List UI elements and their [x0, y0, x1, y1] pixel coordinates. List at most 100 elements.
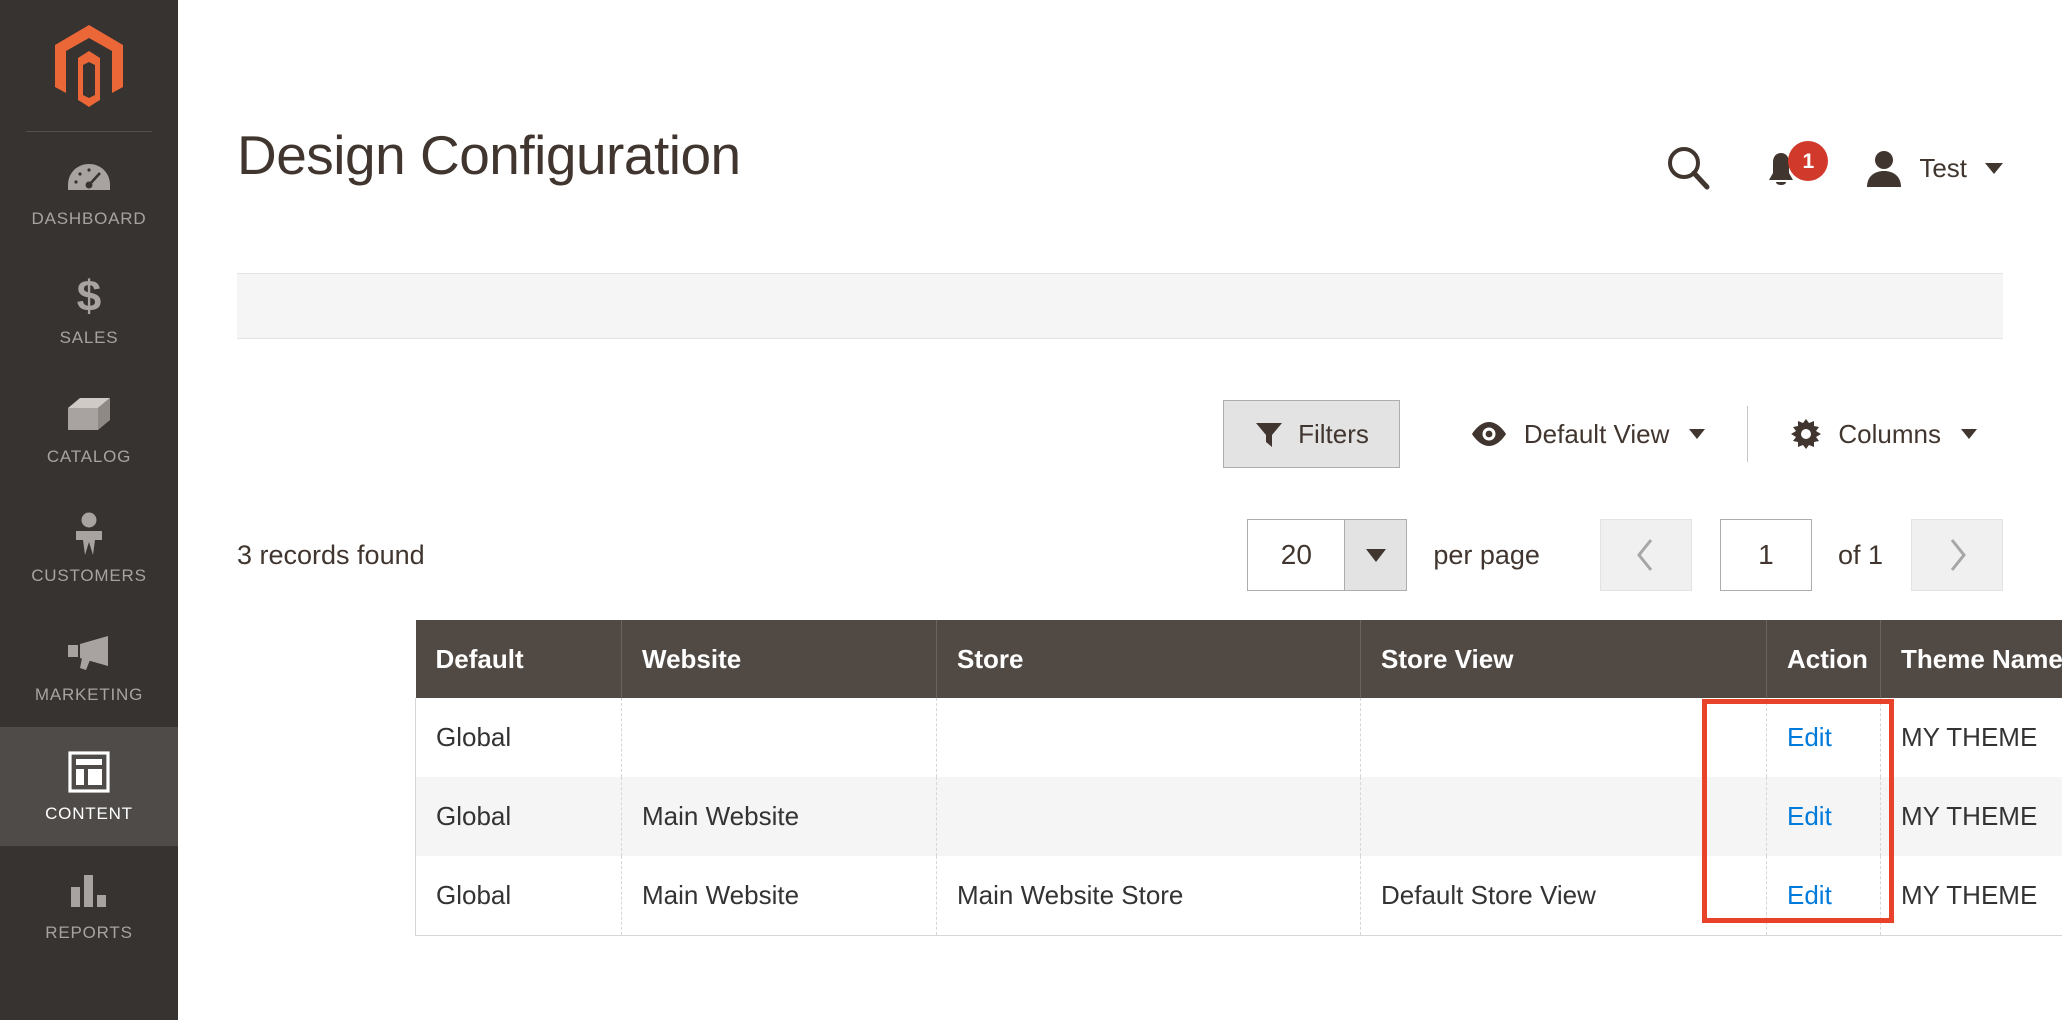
- cell-website: [621, 698, 937, 777]
- column-header-default[interactable]: Default: [415, 620, 622, 698]
- dashboard-icon: [67, 155, 111, 199]
- page-actions-bar: [237, 273, 2003, 339]
- records-found-label: 3 records found: [237, 539, 425, 570]
- column-header-action[interactable]: Action: [1766, 620, 1881, 698]
- cell-action: Edit: [1766, 698, 1881, 777]
- sidebar-item-label: CONTENT: [45, 803, 133, 823]
- layout-icon: [68, 750, 110, 794]
- cell-theme-name: MY THEME: [1880, 698, 2062, 777]
- svg-text:$: $: [77, 274, 101, 318]
- cell-store-view: [1360, 777, 1767, 856]
- grid-body: Global Edit MY THEME Global Main Website…: [415, 698, 2062, 936]
- page-title: Design Configuration: [237, 124, 741, 186]
- gear-icon: [1791, 419, 1822, 449]
- sidebar-item-label: CATALOG: [46, 446, 132, 466]
- notifications-button[interactable]: 1: [1733, 138, 1853, 198]
- cell-default: Global: [415, 856, 622, 936]
- sidebar-item-label: DASHBOARD: [31, 208, 147, 228]
- per-page-value: 20: [1280, 539, 1312, 570]
- cell-theme-name: MY THEME: [1880, 856, 2062, 936]
- eye-icon: [1471, 422, 1506, 446]
- table-row[interactable]: Global Edit MY THEME: [415, 698, 2062, 777]
- column-header-website[interactable]: Website: [621, 620, 937, 698]
- filters-button[interactable]: Filters: [1223, 400, 1400, 468]
- per-page-label: per page: [1433, 539, 1540, 570]
- magento-logo-icon: [55, 25, 123, 107]
- main-content: Design Configuration 1 Test Filters Defa…: [178, 0, 2062, 1020]
- edit-link[interactable]: Edit: [1787, 722, 1832, 752]
- per-page-select[interactable]: 20: [1247, 519, 1408, 591]
- notification-badge: 1: [1788, 141, 1829, 181]
- sidebar-item-sales[interactable]: $ SALES: [0, 251, 178, 370]
- table-row[interactable]: Global Main Website Main Website Store D…: [415, 856, 2062, 936]
- toolbar-divider: [1747, 406, 1749, 462]
- grid-table: Default Website Store Store View Action …: [415, 620, 2062, 936]
- cell-website: Main Website: [621, 777, 937, 856]
- sidebar-item-catalog[interactable]: CATALOG: [0, 370, 178, 489]
- pager-row: 3 records found 20 per page 1 of 1: [237, 500, 2003, 610]
- column-header-store-view[interactable]: Store View: [1360, 620, 1767, 698]
- sidebar-item-label: CUSTOMERS: [31, 565, 147, 585]
- design-configuration-grid: Default Website Store Store View Action …: [415, 620, 2062, 936]
- search-button[interactable]: [1643, 138, 1733, 198]
- chevron-down-icon: [1689, 429, 1706, 439]
- chevron-left-icon: [1637, 539, 1653, 571]
- cell-website: Main Website: [621, 856, 937, 936]
- sidebar-item-label: REPORTS: [45, 922, 133, 942]
- page-number-value: 1: [1758, 539, 1774, 570]
- cell-default: Global: [415, 698, 622, 777]
- bar-chart-icon: [68, 869, 110, 913]
- columns-label: Columns: [1838, 418, 1941, 449]
- box-icon: [66, 393, 112, 437]
- cell-action: Edit: [1766, 856, 1881, 936]
- next-page-button[interactable]: [1911, 519, 2003, 591]
- cell-store: Main Website Store: [936, 856, 1361, 936]
- user-avatar-icon: [1867, 151, 1902, 187]
- user-menu-button[interactable]: Test: [1853, 138, 2003, 198]
- sidebar-item-label: MARKETING: [34, 684, 144, 704]
- chevron-down-icon: [1985, 162, 2003, 174]
- previous-page-button[interactable]: [1599, 519, 1692, 591]
- page-total-label: of 1: [1837, 539, 1883, 570]
- cell-store: [936, 698, 1361, 777]
- grid-header-row: Default Website Store Store View Action …: [415, 620, 2062, 698]
- sidebar-item-content[interactable]: CONTENT: [0, 727, 178, 846]
- columns-selector[interactable]: Columns: [1764, 400, 2003, 468]
- sidebar-item-reports[interactable]: REPORTS: [0, 846, 178, 965]
- chevron-down-icon: [1344, 520, 1407, 590]
- megaphone-icon: [66, 631, 112, 675]
- search-icon: [1668, 147, 1710, 190]
- pager-controls: 20 per page 1 of 1: [1247, 519, 2003, 591]
- grid-header: Default Website Store Store View Action …: [415, 620, 2062, 698]
- sidebar-item-marketing[interactable]: MARKETING: [0, 608, 178, 727]
- chevron-down-icon: [1961, 429, 1977, 439]
- column-header-theme-name[interactable]: Theme Name: [1880, 620, 2062, 698]
- chevron-right-icon: [1950, 539, 1966, 571]
- column-header-store[interactable]: Store: [936, 620, 1361, 698]
- view-selector[interactable]: Default View: [1444, 400, 1732, 468]
- cell-store-view: Default Store View: [1360, 856, 1767, 936]
- cell-store: [936, 777, 1361, 856]
- filters-label: Filters: [1298, 418, 1369, 449]
- cell-theme-name: MY THEME: [1880, 777, 2062, 856]
- funnel-icon: [1256, 423, 1283, 447]
- cell-store-view: [1360, 698, 1767, 777]
- sidebar-item-label: SALES: [59, 327, 119, 347]
- dollar-icon: $: [72, 274, 106, 318]
- view-label: Default View: [1523, 418, 1670, 449]
- sidebar-item-dashboard[interactable]: DASHBOARD: [0, 132, 178, 251]
- edit-link[interactable]: Edit: [1787, 801, 1832, 831]
- user-name-label: Test: [1919, 152, 1967, 183]
- table-row[interactable]: Global Main Website Edit MY THEME: [415, 777, 2062, 856]
- page-number-input[interactable]: 1: [1719, 519, 1812, 591]
- main-sidebar: DASHBOARD $ SALES CATALOG CUSTOMERS MARK…: [0, 0, 178, 1020]
- cell-default: Global: [415, 777, 622, 856]
- header-actions: 1 Test: [1643, 138, 2003, 198]
- grid-toolbar: Filters Default View Columns: [237, 400, 2003, 468]
- admin-page: DASHBOARD $ SALES CATALOG CUSTOMERS MARK…: [0, 0, 2062, 1020]
- edit-link[interactable]: Edit: [1787, 880, 1832, 910]
- magento-logo[interactable]: [0, 0, 178, 132]
- sidebar-item-customers[interactable]: CUSTOMERS: [0, 489, 178, 608]
- cell-action: Edit: [1766, 777, 1881, 856]
- person-icon: [71, 512, 107, 556]
